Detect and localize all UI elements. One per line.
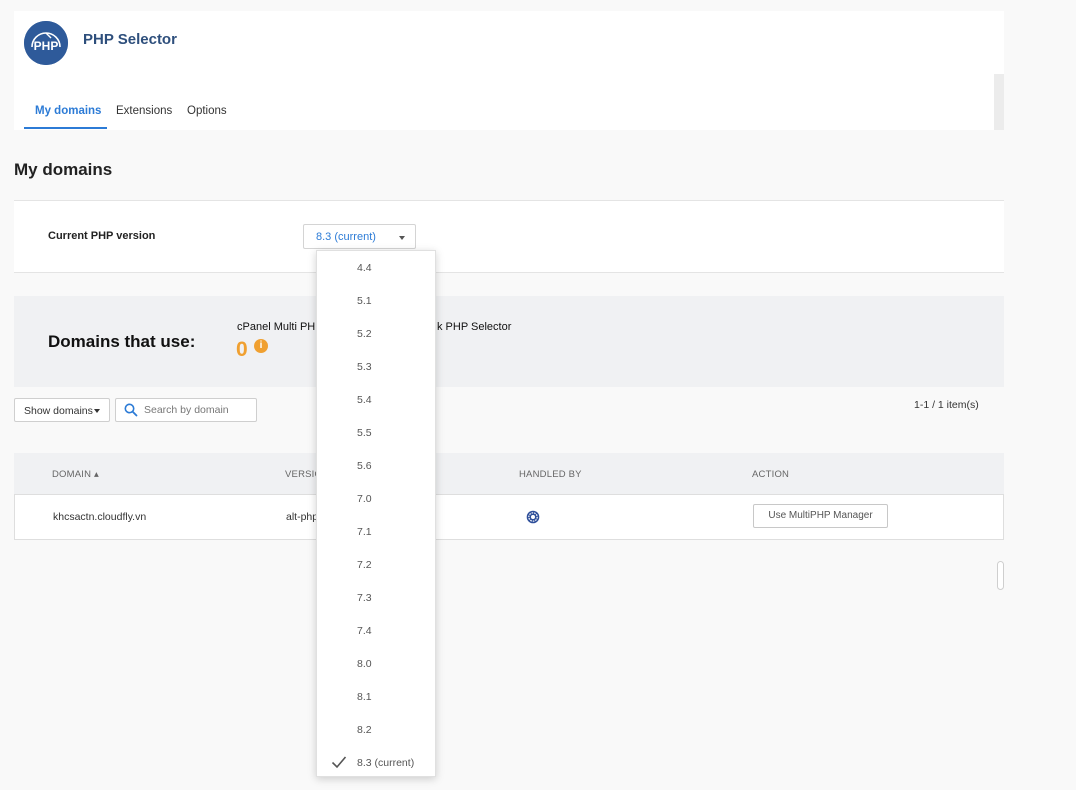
php-version-option[interactable]: 5.3 <box>317 350 437 383</box>
cpanel-multiphp-icon <box>526 510 540 524</box>
tab-extensions[interactable]: Extensions <box>116 105 172 117</box>
svg-text:PHP: PHP <box>34 39 59 53</box>
php-version-select[interactable]: 8.3 (current) <box>303 224 416 249</box>
php-version-option-label: 5.3 <box>357 361 372 373</box>
php-version-option-label: 8.0 <box>357 658 372 670</box>
version-cell: alt-php <box>286 511 319 523</box>
php-version-option-label: 5.2 <box>357 328 372 340</box>
php-version-option-label: 4.4 <box>357 262 372 274</box>
php-version-option[interactable]: 8.3 (current) <box>317 746 437 779</box>
chevron-down-icon <box>94 409 100 413</box>
php-version-option-label: 8.3 (current) <box>357 757 415 769</box>
show-domains-dropdown[interactable]: Show domains <box>14 398 110 422</box>
php-version-option[interactable]: 5.6 <box>317 449 437 482</box>
php-version-selected-value: 8.3 (current) <box>316 231 376 243</box>
stat-multiphp-title: cPanel Multi PH <box>237 321 316 333</box>
php-version-option[interactable]: 7.1 <box>317 515 437 548</box>
table-header: DOMAIN ▴ VERSIO HANDLED BY ACTION <box>14 453 1004 494</box>
domains-stats-panel: Domains that use: cPanel Multi PH k PHP … <box>14 296 1004 387</box>
php-logo-icon: PHP <box>24 21 68 65</box>
active-tab-indicator <box>24 127 107 129</box>
php-version-option[interactable]: 5.1 <box>317 284 437 317</box>
php-version-option-label: 7.2 <box>357 559 372 571</box>
stat-php-selector-title: k PHP Selector <box>437 321 512 333</box>
php-version-option-label: 5.4 <box>357 394 372 406</box>
php-version-option[interactable]: 7.3 <box>317 581 437 614</box>
table-row: khcsactn.cloudfly.vn alt-php Use MultiPH… <box>14 494 1004 540</box>
php-version-option-label: 7.1 <box>357 526 372 538</box>
php-version-option[interactable]: 5.2 <box>317 317 437 350</box>
php-version-option[interactable]: 8.1 <box>317 680 437 713</box>
tab-my-domains[interactable]: My domains <box>35 105 101 117</box>
php-version-option[interactable]: 8.0 <box>317 647 437 680</box>
php-version-option-label: 7.4 <box>357 625 372 637</box>
php-version-option[interactable]: 8.2 <box>317 713 437 746</box>
domain-cell: khcsactn.cloudfly.vn <box>53 511 147 523</box>
php-version-option-label: 5.1 <box>357 295 372 307</box>
page-title: My domains <box>14 160 113 179</box>
php-version-option[interactable]: 7.0 <box>317 482 437 515</box>
php-version-option-label: 7.3 <box>357 592 372 604</box>
scrollbar-thumb[interactable] <box>997 561 1004 590</box>
tab-scroll-strip <box>994 74 1004 130</box>
checkmark-icon <box>331 756 347 769</box>
use-multiphp-manager-button[interactable]: Use MultiPHP Manager <box>753 504 888 528</box>
php-version-option-label: 8.1 <box>357 691 372 703</box>
php-version-option-label: 8.2 <box>357 724 372 736</box>
php-version-option-label: 5.6 <box>357 460 372 472</box>
stats-label: Domains that use: <box>48 332 196 351</box>
php-version-option-label: 5.5 <box>357 427 372 439</box>
info-icon[interactable]: i <box>254 339 268 353</box>
tab-options[interactable]: Options <box>187 105 227 117</box>
column-header-domain[interactable]: DOMAIN ▴ <box>52 469 99 480</box>
search-input[interactable] <box>144 401 252 419</box>
php-version-dropdown-menu: 4.4 5.1 5.2 5.3 5.4 5.5 5.6 7.0 7.1 7.2 7.3 7.4 8.0 8… <box>316 250 436 777</box>
php-version-label: Current PHP version <box>48 230 156 242</box>
php-version-option[interactable]: 5.5 <box>317 416 437 449</box>
php-version-option[interactable]: 7.2 <box>317 548 437 581</box>
php-version-option[interactable]: 7.4 <box>317 614 437 647</box>
app-header: PHP PHP Selector <box>14 11 1004 74</box>
php-version-option[interactable]: 4.4 <box>317 251 437 284</box>
stat-multiphp-count: 0 <box>236 338 248 361</box>
column-header-handled-by: HANDLED BY <box>519 469 582 480</box>
app-title: PHP Selector <box>83 31 177 48</box>
php-version-option-label: 7.0 <box>357 493 372 505</box>
search-icon <box>124 403 138 417</box>
php-version-row: Current PHP version 8.3 (current) <box>14 200 1004 273</box>
chevron-down-icon <box>399 236 405 240</box>
column-header-action: ACTION <box>752 469 790 480</box>
show-domains-label: Show domains <box>24 405 93 417</box>
pagination-info: 1-1 / 1 item(s) <box>914 399 979 411</box>
php-version-option[interactable]: 5.4 <box>317 383 437 416</box>
search-box[interactable] <box>115 398 257 422</box>
tab-bar: My domains Extensions Options <box>14 74 1004 130</box>
